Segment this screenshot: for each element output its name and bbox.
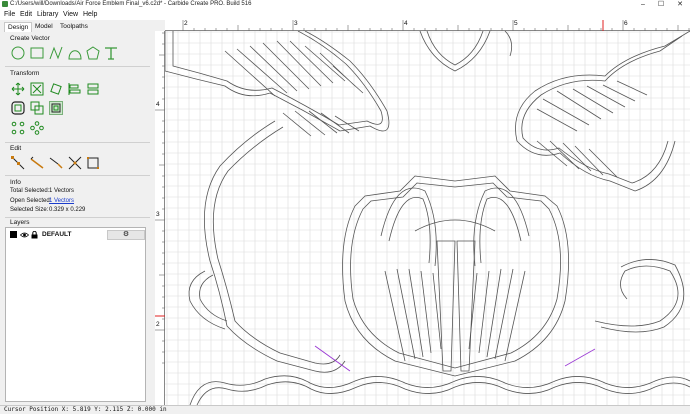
app-icon: [2, 1, 8, 7]
polygon-icon[interactable]: [86, 46, 100, 60]
circle-icon[interactable]: [11, 46, 25, 60]
title-bar: C:/Users/will/Downloads/Air Force Emblem…: [0, 0, 690, 9]
vector-artwork[interactable]: [165, 31, 690, 405]
ruler-label: 2: [184, 20, 188, 27]
selected-size-value: 0.329 x 0.229: [49, 207, 86, 213]
close-button[interactable]: ✕: [671, 0, 689, 9]
window-title: C:/Users/will/Downloads/Air Force Emblem…: [10, 1, 252, 7]
left-ruler: 4 3 2: [155, 31, 165, 405]
menu-help[interactable]: Help: [83, 9, 97, 20]
open-selected-link[interactable]: 1 Vectors: [49, 198, 74, 204]
bounding-box-icon[interactable]: [86, 156, 100, 170]
menu-file[interactable]: File: [4, 9, 15, 20]
divider: [5, 217, 150, 218]
curve-icon[interactable]: [68, 46, 82, 60]
selected-vector: [564, 348, 596, 367]
tab-toolpaths[interactable]: Toolpaths: [57, 22, 91, 32]
menu-edit[interactable]: Edit: [20, 9, 32, 20]
minimize-button[interactable]: –: [634, 0, 652, 9]
circular-array-icon[interactable]: [30, 121, 44, 135]
layers-list: DEFAULT ⚙: [5, 227, 146, 402]
boolean-icon[interactable]: [30, 101, 44, 115]
status-bar: Cursor Position X: 5.819 Y: 2.115 Z: 0.0…: [0, 405, 690, 414]
ruler-label: 4: [156, 101, 160, 108]
top-ruler-ticks: [182, 20, 690, 31]
selected-vector: [314, 345, 351, 372]
ruler-label: 2: [156, 321, 160, 328]
move-icon[interactable]: [11, 82, 25, 96]
eye-icon[interactable]: [20, 231, 29, 239]
info-heading: Info: [10, 179, 21, 186]
lock-icon[interactable]: [31, 231, 38, 239]
rectangle-icon[interactable]: [30, 46, 44, 60]
ruler-label: 3: [294, 20, 298, 27]
node-edit-icon[interactable]: [11, 156, 25, 170]
mirror-icon[interactable]: [86, 82, 100, 96]
ruler-label: 5: [514, 20, 518, 27]
design-canvas[interactable]: [165, 31, 690, 405]
jigsaw-icon[interactable]: [49, 101, 63, 115]
array-icon[interactable]: [11, 121, 25, 135]
text-icon[interactable]: [104, 46, 118, 60]
total-selected-value: 1 Vectors: [49, 188, 75, 194]
ruler-label: 3: [156, 211, 160, 218]
transform-heading: Transform: [10, 70, 40, 77]
polyline-icon[interactable]: [49, 46, 63, 60]
menu-bar: File Edit Library View Help: [0, 9, 690, 20]
divider: [5, 66, 150, 67]
cursor-position: Cursor Position X: 5.819 Y: 2.115 Z: 0.0…: [4, 406, 167, 413]
scale-icon[interactable]: [30, 82, 44, 96]
selected-size-label: Selected Size:: [10, 207, 49, 213]
divider: [5, 175, 150, 176]
fillet-icon[interactable]: [68, 156, 82, 170]
tab-bar: Design Model Toolpaths: [0, 20, 165, 33]
top-ruler: 2 3 4 5 6: [165, 20, 690, 31]
layer-color-swatch[interactable]: [10, 231, 17, 238]
maximize-button[interactable]: ☐: [652, 0, 670, 9]
gear-icon[interactable]: ⚙: [107, 230, 145, 240]
tab-model[interactable]: Model: [32, 22, 56, 32]
trim-icon[interactable]: [30, 156, 44, 170]
offset-icon[interactable]: [11, 101, 25, 115]
layer-row[interactable]: DEFAULT ⚙: [6, 230, 145, 240]
edit-heading: Edit: [10, 145, 22, 152]
ruler-label: 6: [624, 20, 628, 27]
create-vector-heading: Create Vector: [10, 35, 50, 42]
rotate-icon[interactable]: [49, 82, 63, 96]
open-selected-label: Open Selected:: [10, 198, 52, 204]
menu-view[interactable]: View: [63, 9, 78, 20]
align-icon[interactable]: [68, 82, 82, 96]
divider: [5, 142, 150, 143]
left-ruler-ticks: [155, 32, 165, 364]
layers-heading: Layers: [10, 219, 30, 226]
total-selected-label: Total Selected:: [10, 188, 50, 194]
ruler-label: 4: [404, 20, 408, 27]
layer-name: DEFAULT: [42, 231, 72, 238]
extend-icon[interactable]: [49, 156, 63, 170]
menu-library[interactable]: Library: [37, 9, 58, 20]
